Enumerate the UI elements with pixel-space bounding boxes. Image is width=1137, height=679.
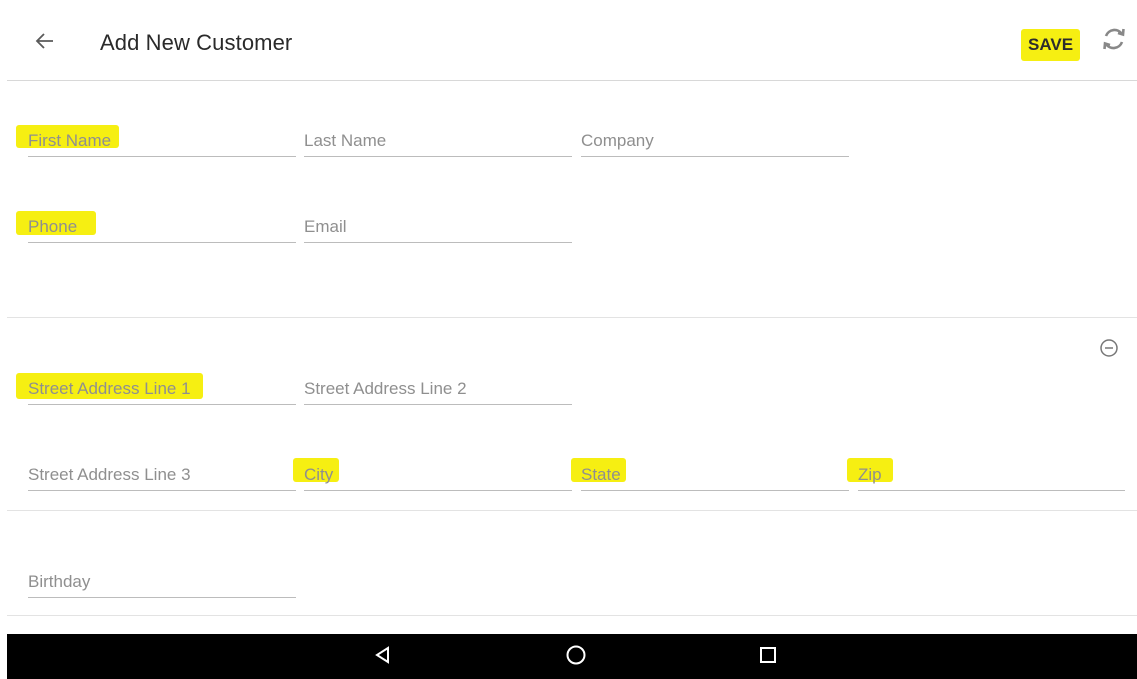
city-input[interactable] xyxy=(304,465,572,485)
refresh-button[interactable] xyxy=(1097,24,1131,58)
section-divider xyxy=(7,615,1137,616)
street-line1-field[interactable] xyxy=(28,370,296,405)
phone-field[interactable] xyxy=(28,208,296,243)
street-line2-field[interactable] xyxy=(304,370,572,405)
email-field[interactable] xyxy=(304,208,572,243)
zip-field[interactable] xyxy=(858,456,1125,491)
company-input[interactable] xyxy=(581,131,849,151)
back-button[interactable] xyxy=(29,28,59,58)
remove-address-button[interactable] xyxy=(1097,338,1121,362)
minus-circle-icon xyxy=(1099,338,1119,363)
state-input[interactable] xyxy=(581,465,849,485)
zip-input[interactable] xyxy=(858,465,1125,485)
email-input[interactable] xyxy=(304,217,572,237)
street-line2-input[interactable] xyxy=(304,379,572,399)
add-customer-screen: Add New Customer SAVE xyxy=(7,0,1137,634)
street-line1-input[interactable] xyxy=(28,379,296,399)
nav-home-button[interactable] xyxy=(561,642,591,672)
nav-recents-square-icon xyxy=(758,645,778,670)
save-button[interactable]: SAVE xyxy=(1021,29,1081,61)
arrow-left-icon xyxy=(34,32,54,55)
system-nav-bar xyxy=(7,634,1137,679)
last-name-input[interactable] xyxy=(304,131,572,151)
section-divider xyxy=(7,317,1137,318)
nav-recents-button[interactable] xyxy=(753,642,783,672)
page-title: Add New Customer xyxy=(100,30,293,55)
first-name-field[interactable] xyxy=(28,122,296,157)
company-field[interactable] xyxy=(581,122,849,157)
birthday-input[interactable] xyxy=(28,572,296,592)
nav-back-triangle-icon xyxy=(373,645,393,670)
state-field[interactable] xyxy=(581,456,849,491)
city-field[interactable] xyxy=(304,456,572,491)
first-name-input[interactable] xyxy=(28,131,296,151)
street-line3-field[interactable] xyxy=(28,456,296,491)
birthday-field[interactable] xyxy=(28,563,296,598)
nav-home-circle-icon xyxy=(565,644,587,671)
last-name-field[interactable] xyxy=(304,122,572,157)
nav-back-button[interactable] xyxy=(368,642,398,672)
section-divider xyxy=(7,510,1137,511)
app-bar: Add New Customer SAVE xyxy=(7,0,1137,81)
street-line3-input[interactable] xyxy=(28,465,296,485)
phone-input[interactable] xyxy=(28,217,296,237)
refresh-icon xyxy=(1100,25,1128,58)
